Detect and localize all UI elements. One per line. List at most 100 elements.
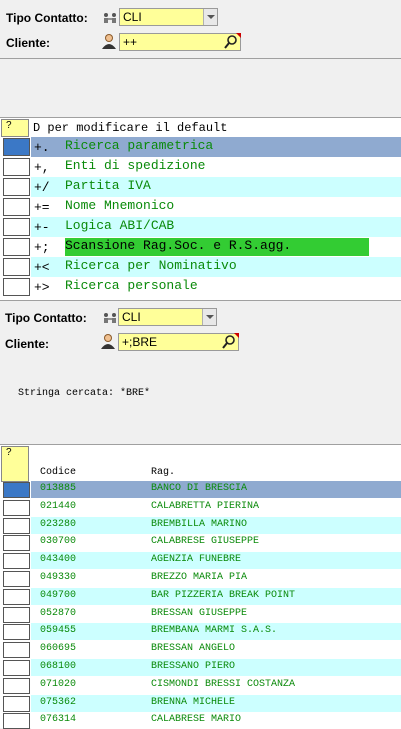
cell-codice: 068100	[40, 661, 77, 672]
table-row[interactable]: 060695 BRESSAN ANGELO	[31, 641, 401, 659]
table-row[interactable]: 052870 BRESSAN GIUSEPPE	[31, 605, 401, 623]
menu-item-code: +;	[34, 240, 50, 255]
menu-item[interactable]: +, Enti di spedizione	[31, 157, 401, 177]
result-row-selector[interactable]	[3, 695, 30, 712]
search-string-text: Stringa cercata: *BRE*	[18, 388, 151, 399]
cell-rag: BRENNA MICHELE	[151, 696, 236, 708]
menu-item-label: Enti di spedizione	[65, 158, 206, 173]
menu-item-code: +-	[34, 220, 50, 235]
cell-codice: 075362	[40, 696, 77, 708]
menu-row-selector[interactable]	[3, 218, 30, 236]
table-row[interactable]: 071020 CISMONDI BRESSI COSTANZA	[31, 676, 401, 694]
table-row[interactable]: 076314 CALABRESE MARIO	[31, 712, 401, 729]
cell-rag: CALABRESE MARIO	[151, 714, 242, 726]
table-row[interactable]: 013885 BANCO DI BRESCIA	[31, 481, 401, 498]
menu-item[interactable]: +> Ricerca personale	[31, 277, 401, 297]
cell-rag: BRESSAN ANGELO	[151, 643, 236, 655]
result-row-selector[interactable]	[3, 553, 30, 570]
menu-row-selector[interactable]	[3, 258, 30, 276]
menu-item-label: Logica ABI/CAB	[65, 218, 175, 233]
menu-item-code: +>	[34, 280, 50, 295]
menu-row-selector[interactable]	[3, 138, 30, 156]
user-icon	[100, 333, 116, 349]
menu-item[interactable]: +< Ricerca per Nominativo	[31, 257, 401, 277]
menu-item[interactable]: += Nome Mnemonico	[31, 197, 401, 217]
cell-codice: 060695	[40, 643, 77, 655]
cliente-input-value-2: +;BRE	[122, 335, 158, 349]
required-marker	[236, 33, 241, 38]
menu-item-label: Ricerca personale	[65, 278, 198, 293]
results-help-button[interactable]: ?	[1, 446, 29, 482]
result-row-selector[interactable]	[3, 677, 30, 694]
cliente-input[interactable]: ++	[119, 33, 241, 51]
cell-rag: CALABRETTA PIERINA	[151, 500, 260, 512]
result-row-selector[interactable]	[3, 482, 30, 498]
table-row[interactable]: 049330 BREZZO MARIA PIA	[31, 570, 401, 587]
result-row-selector[interactable]	[3, 535, 30, 552]
cell-rag: BREMBILLA MARINO	[151, 518, 248, 530]
col-header-codice: Codice	[40, 467, 77, 478]
result-row-selector[interactable]	[3, 642, 30, 659]
tipo-contatto-select-2[interactable]: CLI	[118, 308, 217, 326]
menu-row-selector[interactable]	[3, 178, 30, 196]
menu-item[interactable]: +. Ricerca parametrica	[31, 137, 401, 157]
contact-type-icon	[103, 312, 117, 324]
cliente-label: Cliente:	[6, 36, 51, 50]
cliente-label-2: Cliente:	[5, 337, 50, 351]
cell-rag: BREZZO MARIA PIA	[151, 572, 248, 583]
menu-row-selector[interactable]	[3, 198, 30, 216]
menu-item[interactable]: +/ Partita IVA	[31, 177, 401, 197]
menu-item-label: Nome Mnemonico	[65, 198, 175, 213]
table-row[interactable]: 068100 BRESSANO PIERO	[31, 659, 401, 676]
result-row-selector[interactable]	[3, 499, 30, 516]
menu-item[interactable]: +; Scansione Rag.Soc. e R.S.agg.	[31, 237, 401, 257]
menu-row-selector[interactable]	[3, 158, 30, 176]
table-row[interactable]: 021440 CALABRETTA PIERINA	[31, 498, 401, 516]
menu-row-selector[interactable]	[3, 238, 30, 256]
chevron-down-icon[interactable]	[202, 309, 216, 325]
table-row[interactable]: 030700 CALABRESE GIUSEPPE	[31, 534, 401, 552]
cliente-input-value: ++	[123, 35, 138, 49]
result-row-selector[interactable]	[3, 624, 30, 641]
cell-codice: 021440	[40, 500, 77, 512]
tipo-contatto-value-2: CLI	[122, 310, 141, 324]
menu-item-label: Scansione Rag.Soc. e R.S.agg.	[65, 238, 369, 256]
cell-codice: 049700	[40, 589, 77, 601]
table-row[interactable]: 075362 BRENNA MICHELE	[31, 694, 401, 712]
result-row-selector[interactable]	[3, 660, 30, 676]
menu-row-selector[interactable]	[3, 278, 30, 296]
tipo-contatto-label: Tipo Contatto:	[6, 11, 88, 25]
tipo-contatto-select[interactable]: CLI	[119, 8, 218, 26]
tipo-contatto-label-2: Tipo Contatto:	[5, 311, 87, 325]
table-row[interactable]: 043400 AGENZIA FUNEBRE	[31, 552, 401, 570]
menu-header: D per modificare il default	[33, 121, 228, 135]
menu-item-code: +/	[34, 180, 50, 195]
table-row[interactable]: 023280 BREMBILLA MARINO	[31, 516, 401, 534]
cell-rag: BANCO DI BRESCIA	[151, 483, 248, 494]
cell-rag: BREMBANA MARMI S.A.S.	[151, 625, 278, 637]
chevron-down-icon[interactable]	[203, 9, 217, 25]
cell-rag: BRESSAN GIUSEPPE	[151, 607, 248, 619]
menu-item[interactable]: +- Logica ABI/CAB	[31, 217, 401, 237]
result-row-selector[interactable]	[3, 571, 30, 587]
result-row-selector[interactable]	[3, 713, 30, 729]
result-row-selector[interactable]	[3, 517, 30, 534]
help-button[interactable]: ?	[1, 119, 29, 137]
table-row[interactable]: 059455 BREMBANA MARMI S.A.S.	[31, 623, 401, 641]
cell-rag: CISMONDI BRESSI COSTANZA	[151, 678, 296, 690]
divider	[0, 300, 401, 301]
result-row-selector[interactable]	[3, 588, 30, 605]
menu-item-code: +.	[34, 140, 50, 155]
col-header-rag: Rag.	[151, 467, 176, 478]
cell-codice: 023280	[40, 518, 77, 530]
tipo-contatto-value: CLI	[123, 10, 142, 24]
menu-item-code: +<	[34, 260, 50, 275]
user-icon	[101, 33, 117, 49]
cliente-input-2[interactable]: +;BRE	[118, 333, 239, 351]
cell-rag: CALABRESE GIUSEPPE	[151, 536, 260, 548]
cell-codice: 059455	[40, 625, 77, 637]
result-row-selector[interactable]	[3, 606, 30, 623]
divider	[0, 58, 401, 59]
table-row[interactable]: 049700 BAR PIZZERIA BREAK POINT	[31, 587, 401, 605]
cell-codice: 049330	[40, 572, 77, 583]
